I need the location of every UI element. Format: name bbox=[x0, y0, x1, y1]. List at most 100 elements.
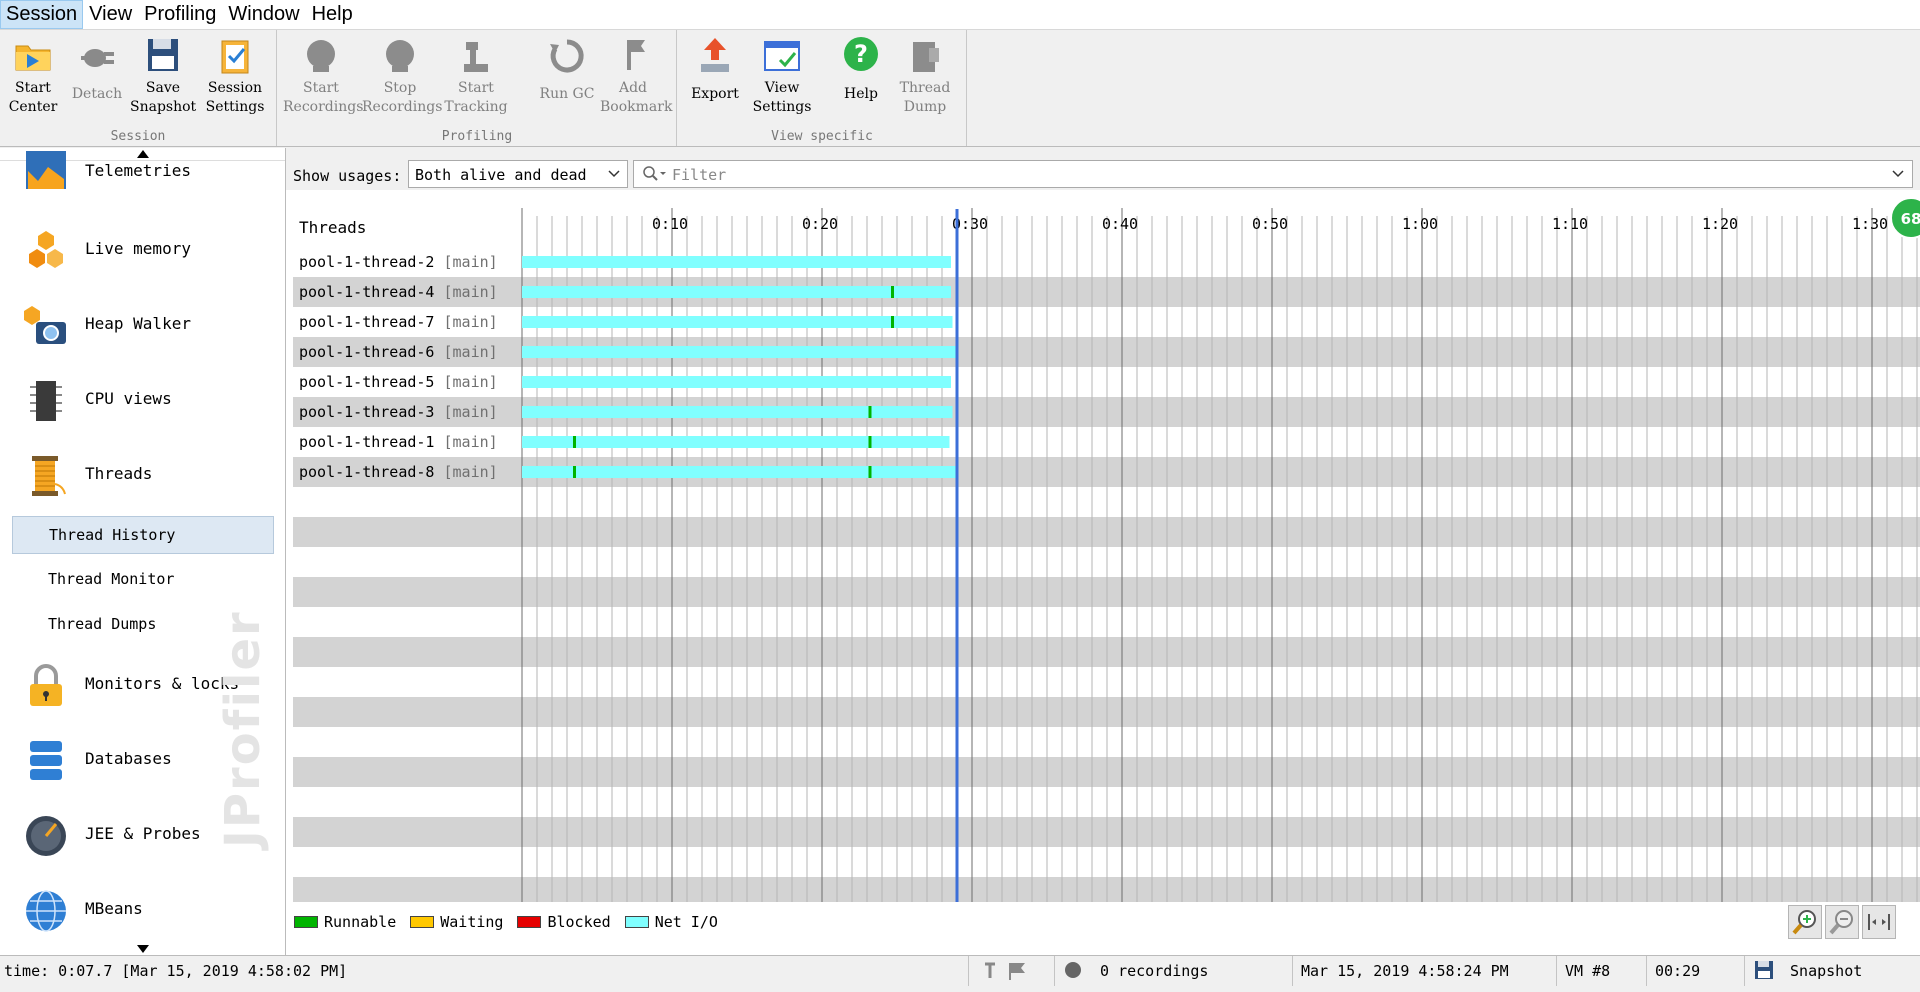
toolbar-group-label: Session bbox=[110, 129, 166, 144]
snapshot-label: Snapshot bbox=[1790, 962, 1863, 980]
sidebar-subitem-thread-history[interactable]: Thread History bbox=[12, 516, 274, 554]
legend-item: Runnable bbox=[294, 913, 396, 931]
filter-input[interactable]: Filter bbox=[633, 160, 1913, 188]
thread-state-bar bbox=[522, 466, 956, 478]
sidebar-scroll-down[interactable] bbox=[0, 943, 285, 955]
thread-timeline[interactable]: 0:10 0:20 0:30 0:40 0:50 1:00 1:10 1:20 1:30 poo… bbox=[286, 196, 1920, 902]
thread-state-bar bbox=[522, 406, 953, 418]
start-center-button[interactable]: Start Center bbox=[0, 34, 66, 117]
thread-name-label: pool-1-thread-3 [main] bbox=[299, 403, 498, 421]
save-snapshot-button[interactable]: Save Snapshot bbox=[130, 34, 196, 117]
tracking-icon bbox=[464, 42, 488, 72]
time-tick-label: 1:30 bbox=[1852, 215, 1888, 233]
toolbar-group-profiling: Start Recordings Stop Recordings Start Trac… bbox=[278, 30, 677, 146]
runnable-mark bbox=[868, 436, 872, 448]
detach-label: Detach bbox=[71, 86, 123, 102]
sidebar-item-label: Databases bbox=[85, 749, 172, 768]
fit-width-icon bbox=[1868, 914, 1890, 930]
detach-button[interactable]: Detach bbox=[64, 34, 130, 104]
svg-text:?: ? bbox=[854, 40, 868, 68]
status-datetime: Mar 15, 2019 4:58:24 PM bbox=[1292, 956, 1551, 986]
time-tick-label: 0:20 bbox=[802, 215, 838, 233]
runnable-mark bbox=[868, 466, 872, 478]
pin-flag-icon[interactable] bbox=[977, 960, 1037, 982]
cpu-chip-icon bbox=[30, 381, 62, 421]
chevron-down-icon bbox=[608, 170, 620, 178]
jprofiler-watermark: JProfiler bbox=[215, 610, 271, 848]
show-usages-value: Both alive and dead bbox=[415, 166, 587, 184]
sidebar-item-live-memory[interactable]: Live memory bbox=[0, 221, 285, 281]
export-button[interactable]: Export bbox=[682, 34, 748, 104]
help-button[interactable]: ? Help bbox=[828, 34, 894, 104]
sidebar-item-threads[interactable]: Threads bbox=[0, 446, 285, 506]
menu-session[interactable]: Session bbox=[0, 0, 84, 29]
menu-window[interactable]: Window bbox=[222, 1, 305, 28]
sidebar-item-heap-walker[interactable]: Heap Walker bbox=[0, 296, 285, 356]
thread-state-bar bbox=[522, 316, 953, 328]
sidebar-item-label: JEE & Probes bbox=[85, 824, 201, 843]
zoom-out-icon bbox=[1829, 910, 1853, 935]
thread-name-label: pool-1-thread-4 [main] bbox=[299, 283, 498, 301]
search-icon bbox=[643, 166, 666, 181]
time-grid bbox=[521, 208, 1918, 902]
session-settings-button[interactable]: Session Settings bbox=[202, 34, 268, 117]
fit-width-button[interactable] bbox=[1862, 905, 1896, 939]
time-tick-label: 1:10 bbox=[1552, 215, 1588, 233]
legend-swatch bbox=[410, 916, 435, 928]
telemetries-icon bbox=[26, 151, 66, 189]
toolbar-group-session: Start Center Detach Save Snapshot Session S… bbox=[0, 30, 277, 146]
legend-label: Waiting bbox=[440, 913, 504, 931]
legend-item: Blocked bbox=[517, 913, 611, 931]
sidebar-item-mbeans[interactable]: MBeans bbox=[0, 881, 285, 941]
legend-item: Net I/O bbox=[624, 913, 718, 931]
runnable-mark bbox=[573, 466, 576, 478]
show-usages-label: Show usages: bbox=[293, 167, 402, 185]
recording-badge[interactable]: 68 bbox=[1890, 197, 1920, 239]
sidebar-item-cpu-views[interactable]: CPU views bbox=[0, 371, 285, 431]
zoom-in-button[interactable] bbox=[1788, 905, 1822, 939]
legend-swatch bbox=[624, 916, 649, 928]
plug-icon bbox=[81, 49, 114, 67]
toolbar: Start Center Detach Save Snapshot Session S… bbox=[0, 30, 1920, 147]
start-tracking-button[interactable]: Start Tracking bbox=[441, 34, 511, 117]
status-vm: VM #8 bbox=[1556, 956, 1641, 986]
recycle-icon bbox=[550, 39, 584, 73]
thread-name-label: pool-1-thread-2 [main] bbox=[299, 253, 498, 271]
stop-recordings-label: Stop Recordings bbox=[362, 80, 443, 115]
menu-profiling[interactable]: Profiling bbox=[138, 1, 222, 28]
view-settings-icon bbox=[764, 41, 800, 71]
zoom-out-button[interactable] bbox=[1825, 905, 1859, 939]
thread-name-label: pool-1-thread-5 [main] bbox=[299, 373, 498, 391]
menu-view[interactable]: View bbox=[83, 1, 138, 28]
menu-bar: Session View Profiling Window Help bbox=[0, 0, 1920, 30]
floppy-disk-icon bbox=[148, 39, 178, 71]
heap-walker-icon bbox=[24, 306, 66, 344]
thread-state-bar bbox=[522, 436, 950, 448]
thread-dump-button[interactable]: Thread Dump bbox=[892, 34, 958, 117]
start-recordings-button[interactable]: Start Recordings bbox=[283, 34, 364, 117]
recording-dot-icon bbox=[1065, 962, 1081, 978]
show-usages-select[interactable]: Both alive and dead bbox=[408, 160, 628, 188]
runnable-mark bbox=[891, 286, 894, 298]
globe-icon bbox=[26, 890, 66, 932]
sidebar-item-label: MBeans bbox=[85, 899, 143, 918]
thread-dump-icon bbox=[913, 42, 939, 72]
run-gc-label: Run GC bbox=[539, 86, 595, 102]
status-snapshot[interactable]: Snapshot bbox=[1744, 956, 1920, 986]
view-settings-button[interactable]: View Settings bbox=[749, 34, 815, 117]
time-tick-label: 1:00 bbox=[1402, 215, 1438, 233]
legend-label: Blocked bbox=[547, 913, 611, 931]
sidebar-item-label: Live memory bbox=[85, 239, 191, 258]
sidebar-item-telemetries[interactable]: Telemetries bbox=[0, 148, 285, 203]
legend-label: Runnable bbox=[324, 913, 397, 931]
menu-help[interactable]: Help bbox=[306, 1, 359, 28]
run-gc-button[interactable]: Run GC bbox=[534, 34, 600, 104]
stop-recordings-button[interactable]: Stop Recordings bbox=[362, 34, 443, 117]
add-bookmark-button[interactable]: Add Bookmark bbox=[600, 34, 672, 117]
session-settings-label: Session Settings bbox=[205, 80, 265, 115]
toolbar-group-label: Profiling bbox=[441, 129, 513, 144]
sidebar-subitem-thread-monitor[interactable]: Thread Monitor bbox=[12, 561, 272, 597]
legend-item: Waiting bbox=[410, 913, 503, 931]
start-recordings-label: Start Recordings bbox=[283, 80, 364, 115]
chevron-down-icon bbox=[1892, 170, 1904, 178]
